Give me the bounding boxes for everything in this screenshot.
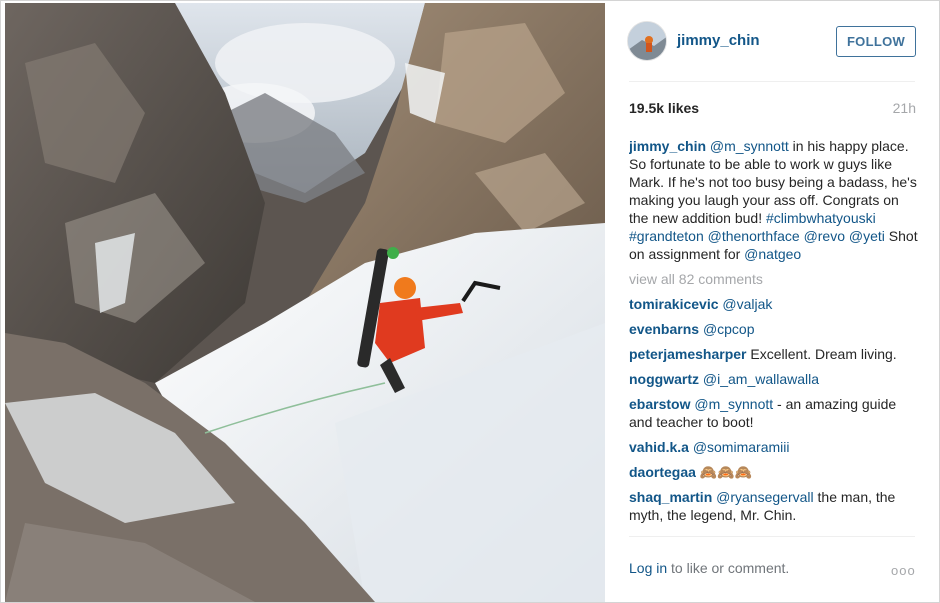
caption-hashtag[interactable]: #climbwhatyouski <box>766 210 876 226</box>
likes-count[interactable]: 19.5k likes <box>629 100 699 116</box>
comment-mention[interactable]: @i_am_wallawalla <box>703 371 819 387</box>
post-photo[interactable] <box>5 3 605 602</box>
comment-item: peterjamesharper Excellent. Dream living… <box>629 345 919 363</box>
login-link[interactable]: Log in <box>629 560 667 576</box>
header-divider <box>629 81 915 82</box>
comment-mention[interactable]: @valjak <box>722 296 772 312</box>
author-username[interactable]: jimmy_chin <box>677 32 760 49</box>
comment-item: daortegaa 🙈🙈🙈 <box>629 463 919 481</box>
caption-mention[interactable]: @yeti <box>849 228 885 244</box>
comment-item: evenbarns @cpcop <box>629 320 919 338</box>
comment-text: 🙈🙈🙈 <box>695 464 753 480</box>
caption-mention[interactable]: @m_synnott <box>710 138 789 154</box>
comment-username[interactable]: ebarstow <box>629 396 690 412</box>
post-time[interactable]: 21h <box>893 100 916 116</box>
more-options-icon[interactable]: ooo <box>891 563 916 578</box>
view-all-comments-link[interactable]: view all 82 comments <box>629 270 919 288</box>
comment-username[interactable]: daortegaa <box>629 464 696 480</box>
caption-username[interactable]: jimmy_chin <box>629 138 706 154</box>
avatar-image <box>628 22 666 60</box>
climber-photo-illustration <box>5 3 605 602</box>
comment-username[interactable]: evenbarns <box>629 321 699 337</box>
author-avatar[interactable] <box>627 21 667 61</box>
comment-mention[interactable]: @cpcop <box>703 321 755 337</box>
login-prompt: Log in to like or comment. <box>629 560 789 576</box>
comment-mention[interactable]: @ryansegervall <box>716 489 813 505</box>
follow-button[interactable]: FOLLOW <box>836 26 916 57</box>
post-header: jimmy_chin FOLLOW <box>605 3 939 81</box>
comment-mention[interactable]: @m_synnott <box>694 396 773 412</box>
login-text: to like or comment. <box>667 560 790 576</box>
post-caption: jimmy_chin @m_synnott in his happy place… <box>629 137 919 263</box>
comment-item: shaq_martin @ryansegervall the man, the … <box>629 488 919 524</box>
caption-mention[interactable]: @thenorthface <box>708 228 800 244</box>
comment-text: Excellent. Dream living. <box>746 346 897 362</box>
footer-divider <box>629 536 915 537</box>
comment-item: ebarstow @m_synnott - an amazing guide a… <box>629 395 919 431</box>
comment-username[interactable]: peterjamesharper <box>629 346 747 362</box>
comment-username[interactable]: vahid.k.a <box>629 439 689 455</box>
comment-mention[interactable]: @somimaramiii <box>693 439 790 455</box>
comments-list[interactable]: jimmy_chin @m_synnott in his happy place… <box>629 137 919 536</box>
comment-username[interactable]: shaq_martin <box>629 489 712 505</box>
caption-mention[interactable]: @revo <box>804 228 845 244</box>
comment-item: noggwartz @i_am_wallawalla <box>629 370 919 388</box>
caption-mention[interactable]: @natgeo <box>744 246 801 262</box>
comment-username[interactable]: noggwartz <box>629 371 699 387</box>
post-modal: jimmy_chin FOLLOW 19.5k likes 21h jimmy_… <box>0 0 940 603</box>
post-side-panel: jimmy_chin FOLLOW 19.5k likes 21h jimmy_… <box>605 3 939 602</box>
comment-item: tomirakicevic @valjak <box>629 295 919 313</box>
comment-username[interactable]: tomirakicevic <box>629 296 719 312</box>
caption-hashtag[interactable]: #grandteton <box>629 228 704 244</box>
comment-item: vahid.k.a @somimaramiii <box>629 438 919 456</box>
